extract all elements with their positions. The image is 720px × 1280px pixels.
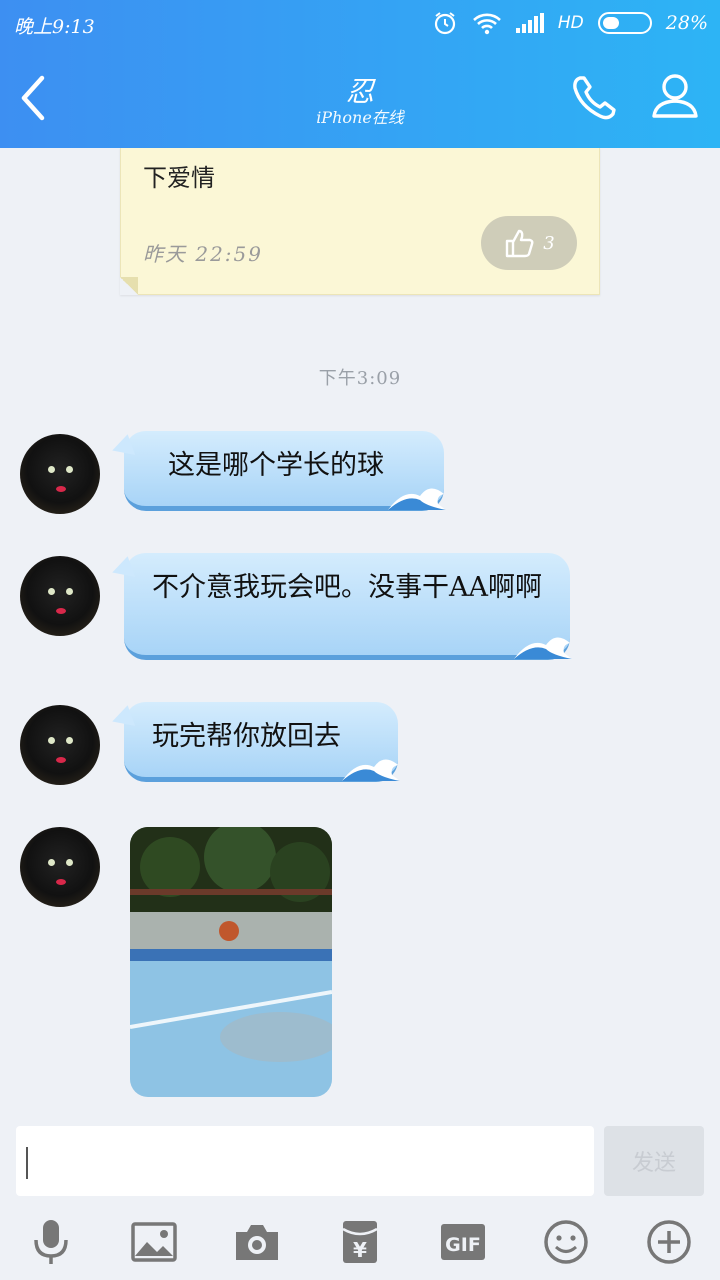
- status-icons: HD 28%: [432, 10, 708, 36]
- wave-decoration-icon: [514, 637, 572, 659]
- like-count: 3: [543, 232, 555, 254]
- gif-icon: GIF: [441, 1224, 485, 1260]
- input-area: 发送 ¥ GIF: [0, 1112, 720, 1280]
- wave-decoration-icon: [342, 759, 400, 781]
- alarm-icon: [434, 12, 455, 35]
- more-button[interactable]: [642, 1216, 696, 1268]
- message-text: 玩完帮你放回去: [152, 721, 341, 752]
- battery-icon: [597, 12, 652, 34]
- status-bar: 晚上9:13 HD 28%: [0, 0, 720, 46]
- svg-text:¥: ¥: [353, 1238, 367, 1262]
- image-icon: [131, 1222, 177, 1262]
- message-text: 不介意我玩会吧。没事干AA啊啊: [152, 572, 542, 603]
- note-card[interactable]: 下爱情 昨天 22:59 3: [120, 148, 600, 295]
- camera-button[interactable]: [230, 1216, 284, 1268]
- mic-icon: [34, 1220, 68, 1264]
- wave-decoration-icon: [388, 488, 446, 510]
- status-time: 晚上9:13: [14, 16, 95, 38]
- note-text: 下爱情: [143, 164, 215, 192]
- emoji-button[interactable]: [539, 1216, 593, 1268]
- image-button[interactable]: [127, 1216, 181, 1268]
- red-packet-icon: ¥: [342, 1221, 378, 1263]
- avatar[interactable]: [20, 827, 100, 907]
- red-packet-button[interactable]: ¥: [333, 1216, 387, 1268]
- timestamp-divider: 下午3:09: [318, 368, 402, 389]
- camera-icon: [236, 1225, 278, 1260]
- gif-button[interactable]: GIF: [436, 1216, 490, 1268]
- battery-percent: 28%: [665, 12, 708, 34]
- message-bubble[interactable]: 不介意我玩会吧。没事干AA啊啊: [124, 553, 572, 660]
- chat-header: 晚上9:13 HD 28% 忍 iPhone在线: [0, 0, 720, 148]
- avatar[interactable]: [20, 556, 100, 636]
- wifi-icon: [473, 13, 501, 35]
- voice-button[interactable]: [24, 1216, 78, 1268]
- phone-icon[interactable]: [568, 72, 622, 124]
- send-button[interactable]: 发送: [604, 1126, 704, 1196]
- message-input[interactable]: [16, 1126, 594, 1196]
- plus-icon: [647, 1220, 691, 1264]
- message-text: 这是哪个学长的球: [168, 450, 384, 481]
- message-bubble[interactable]: 这是哪个学长的球: [124, 431, 446, 511]
- message-bubble[interactable]: 玩完帮你放回去: [124, 702, 400, 782]
- photo-content: [130, 827, 332, 1097]
- photo-message[interactable]: [130, 827, 332, 1097]
- thumbs-up-icon: [506, 229, 534, 258]
- input-toolbar: ¥ GIF: [0, 1212, 720, 1272]
- network-label: HD: [557, 13, 584, 33]
- note-time: 昨天 22:59: [143, 242, 263, 266]
- text-caret: [26, 1147, 28, 1179]
- like-button[interactable]: 3: [481, 216, 577, 270]
- emoji-icon: [544, 1220, 588, 1264]
- signal-icon: [515, 13, 544, 33]
- profile-icon[interactable]: [650, 70, 700, 122]
- avatar[interactable]: [20, 434, 100, 514]
- svg-text:GIF: GIF: [445, 1234, 481, 1256]
- avatar[interactable]: [20, 705, 100, 785]
